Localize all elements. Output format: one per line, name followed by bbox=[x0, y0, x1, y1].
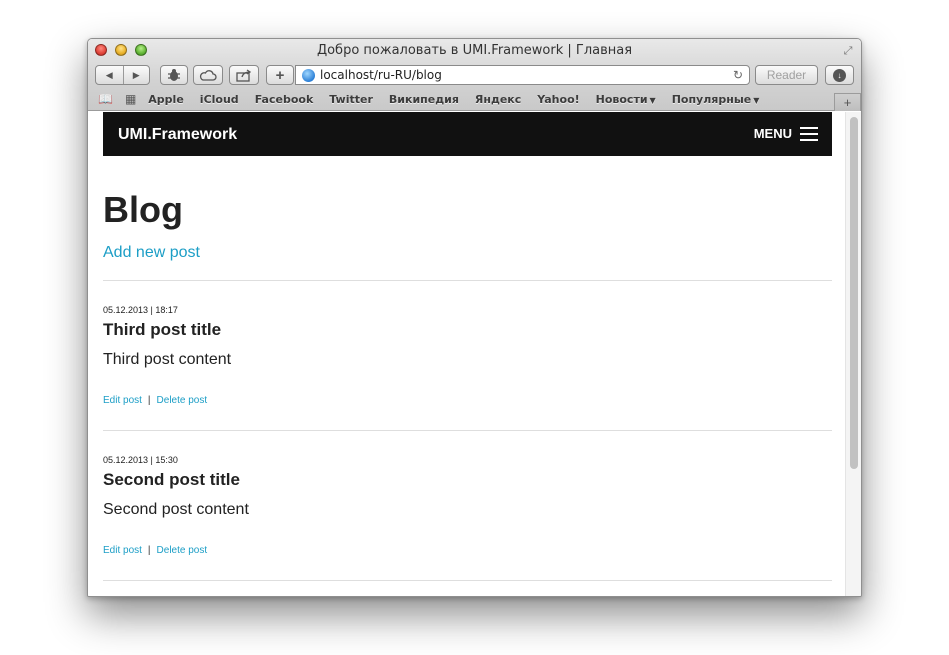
downloads-button[interactable]: ↓ bbox=[825, 65, 854, 85]
bug-icon bbox=[168, 69, 180, 81]
bookmark-facebook[interactable]: Facebook bbox=[255, 93, 314, 106]
bookmark-apple[interactable]: Apple bbox=[148, 93, 184, 106]
bookmarks-bar: 📖 ▦ Apple iCloud Facebook Twitter Википе… bbox=[88, 89, 861, 109]
bookmark-yandex[interactable]: Яндекс bbox=[475, 93, 521, 106]
new-tab-button[interactable]: + bbox=[834, 93, 861, 111]
post-title: Second post title bbox=[103, 470, 240, 489]
bookmark-folder-popular[interactable]: Популярные ▼ bbox=[672, 93, 760, 106]
action-separator: | bbox=[147, 395, 151, 406]
globe-icon bbox=[302, 68, 315, 82]
browser-window: Добро пожаловать в UMI.Framework | Главн… bbox=[87, 38, 862, 597]
bookmark-wikipedia[interactable]: Википедия bbox=[389, 93, 459, 106]
scrollbar-thumb[interactable] bbox=[850, 117, 858, 469]
action-separator: | bbox=[147, 545, 151, 556]
bookmark-folder-label: Популярные bbox=[671, 92, 752, 106]
chevron-down-icon: ▼ bbox=[649, 95, 656, 105]
site-navbar: UMI.Framework MENU bbox=[103, 112, 832, 156]
add-new-post-link[interactable]: Add new post bbox=[103, 244, 832, 262]
hamburger-icon bbox=[800, 126, 818, 141]
window-title: Добро пожаловать в UMI.Framework | Главн… bbox=[316, 43, 633, 58]
page-title: Blog bbox=[103, 189, 183, 230]
page-viewport: UMI.Framework MENU Blog Add new post 05.… bbox=[88, 112, 847, 596]
post-actions: Edit post | Delete post bbox=[103, 395, 832, 406]
cloud-icon bbox=[199, 70, 217, 81]
bookmark-folder-news[interactable]: Новости ▼ bbox=[596, 93, 656, 106]
share-button[interactable] bbox=[229, 65, 259, 85]
add-bookmark-button[interactable]: + bbox=[266, 65, 294, 85]
edit-post-link[interactable]: Edit post bbox=[103, 395, 142, 406]
post-date: 05.12.2013 | 18:17 bbox=[103, 305, 178, 315]
delete-post-link[interactable]: Delete post bbox=[157, 545, 208, 556]
browser-chrome: Добро пожаловать в UMI.Framework | Главн… bbox=[88, 39, 861, 111]
extension-bug-button[interactable] bbox=[160, 65, 188, 85]
post-title: Third post title bbox=[103, 320, 222, 339]
post-content: Second post content bbox=[103, 501, 249, 518]
back-button[interactable]: ◀ bbox=[96, 66, 123, 84]
plus-icon: + bbox=[275, 66, 285, 84]
address-bar[interactable]: localhost/ru-RU/blog ↻ bbox=[295, 65, 750, 85]
post-actions: Edit post | Delete post bbox=[103, 545, 832, 556]
main-content: Blog Add new post 05.12.2013 | 18:17 Thi… bbox=[103, 156, 832, 581]
fullscreen-icon[interactable]: ⤢ bbox=[841, 44, 855, 58]
reading-list-icon[interactable]: 📖 bbox=[98, 92, 113, 106]
chevron-down-icon: ▼ bbox=[753, 95, 760, 105]
menu-button[interactable]: MENU bbox=[754, 126, 818, 141]
plus-icon: + bbox=[843, 95, 852, 110]
share-icon bbox=[236, 68, 252, 82]
bookmark-yahoo[interactable]: Yahoo! bbox=[537, 93, 579, 106]
delete-post-link[interactable]: Delete post bbox=[157, 395, 208, 406]
post-item: 05.12.2013 | 18:17 Third post title Thir… bbox=[103, 281, 832, 431]
download-icon: ↓ bbox=[833, 68, 846, 82]
menu-label: MENU bbox=[753, 126, 792, 141]
site-brand[interactable]: UMI.Framework bbox=[118, 126, 237, 144]
bookmark-twitter[interactable]: Twitter bbox=[329, 93, 373, 106]
vertical-scrollbar[interactable] bbox=[845, 112, 861, 596]
reload-icon[interactable]: ↻ bbox=[733, 68, 743, 82]
address-input[interactable]: localhost/ru-RU/blog bbox=[320, 68, 733, 82]
reader-button[interactable]: Reader bbox=[755, 65, 818, 85]
back-forward-group: ◀ ▶ bbox=[95, 65, 150, 85]
edit-post-link[interactable]: Edit post bbox=[103, 545, 142, 556]
post-item: 05.12.2013 | 15:30 Second post title Sec… bbox=[103, 431, 832, 581]
post-content: Third post content bbox=[103, 351, 232, 368]
bookmark-folder-label: Новости bbox=[595, 92, 648, 106]
icloud-tabs-button[interactable] bbox=[193, 65, 223, 85]
top-sites-grid-icon[interactable]: ▦ bbox=[125, 92, 136, 106]
forward-button[interactable]: ▶ bbox=[122, 66, 150, 84]
post-date: 05.12.2013 | 15:30 bbox=[103, 455, 178, 465]
bookmark-icloud[interactable]: iCloud bbox=[200, 93, 239, 106]
